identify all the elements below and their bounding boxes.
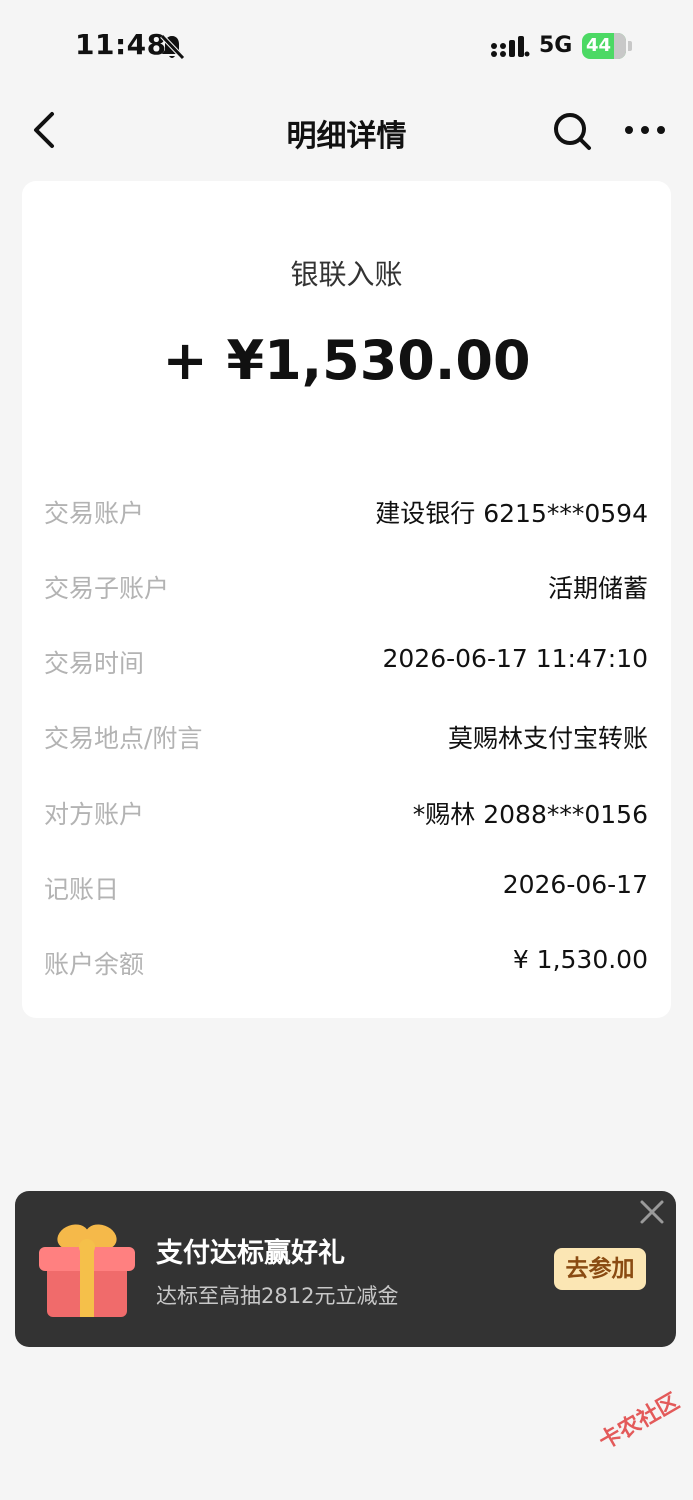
nav-bar: 明细详情: [0, 95, 693, 165]
detail-row-account: 交易账户 建设银行 6215***0594: [44, 494, 648, 534]
status-time: 11:48: [75, 28, 167, 61]
detail-label: 交易子账户: [44, 574, 170, 603]
detail-row-sub-account: 交易子账户 活期储蓄: [44, 569, 648, 609]
detail-label: 交易时间: [44, 649, 145, 678]
promo-banner[interactable]: 支付达标赢好礼 达标至高抽2812元立减金 去参加: [15, 1191, 676, 1347]
detail-value: *赐林 2088***0156: [412, 800, 648, 829]
detail-value: 2026-06-17: [502, 870, 648, 899]
detail-value: 活期储蓄: [547, 574, 648, 603]
detail-row-balance: 账户余额 ¥ 1,530.00: [44, 945, 648, 985]
network-label: 5G: [539, 33, 573, 58]
battery-icon: 44: [582, 33, 632, 59]
detail-value: ¥ 1,530.00: [512, 945, 648, 974]
status-bar: 11:48 5G 44: [0, 0, 693, 90]
transaction-amount: + ¥1,530.00: [162, 329, 531, 392]
detail-label: 账户余额: [44, 950, 145, 979]
more-icon[interactable]: [620, 119, 670, 141]
promo-subtitle: 达标至高抽2812元立减金: [156, 1284, 399, 1308]
detail-value: 莫赐林支付宝转账: [447, 724, 648, 753]
detail-row-time: 交易时间 2026-06-17 11:47:10: [44, 644, 648, 684]
join-button[interactable]: 去参加: [554, 1248, 646, 1290]
detail-label: 交易地点/附言: [44, 724, 203, 753]
battery-level: 44: [586, 35, 612, 56]
gift-icon: [39, 1224, 135, 1317]
signal-icon: [491, 36, 530, 57]
transaction-detail-card: 银联入账 + ¥1,530.00 交易账户 建设银行 6215***0594 交…: [22, 181, 671, 1018]
search-icon[interactable]: [552, 111, 592, 151]
detail-label: 交易账户: [44, 499, 145, 528]
bell-muted-icon: [160, 34, 185, 60]
transaction-type: 银联入账: [290, 258, 403, 291]
promo-title: 支付达标赢好礼: [156, 1238, 345, 1269]
detail-label: 记账日: [44, 875, 120, 904]
close-icon[interactable]: [639, 1199, 665, 1225]
detail-row-remark: 交易地点/附言 莫赐林支付宝转账: [44, 719, 648, 759]
watermark: 卡农社区: [595, 1389, 684, 1455]
detail-value: 建设银行 6215***0594: [375, 499, 648, 528]
detail-value: 2026-06-17 11:47:10: [382, 644, 648, 673]
detail-row-posting-date: 记账日 2026-06-17: [44, 870, 648, 910]
detail-row-counterparty: 对方账户 *赐林 2088***0156: [44, 795, 648, 835]
detail-label: 对方账户: [44, 800, 145, 829]
